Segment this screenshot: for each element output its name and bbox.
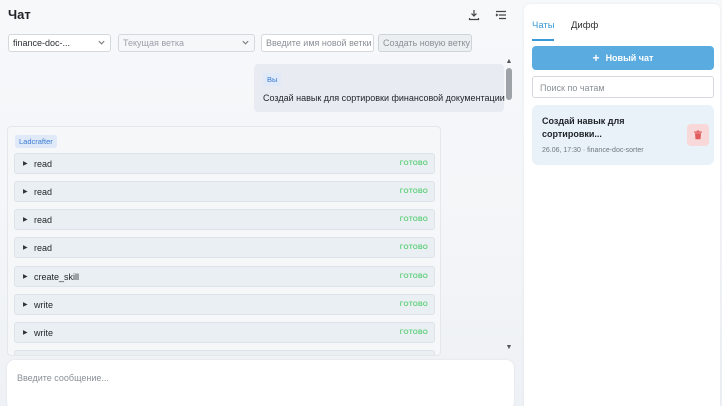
expand-triangle-icon: ▶ xyxy=(23,302,28,308)
user-message-text: Создай навык для сортировки финансовой д… xyxy=(263,93,505,103)
chat-meta: 26.06, 17:30 · finance-doc-sorter xyxy=(542,147,644,154)
tool-call-status: ГОТОВО xyxy=(399,273,428,280)
new-chat-button[interactable]: + Новый чат xyxy=(532,46,714,70)
user-message: Вы Создай навык для сортировки финансово… xyxy=(254,64,505,112)
tool-call-status: ГОТОВО xyxy=(399,188,428,195)
message-composer[interactable]: Введите сообщение... xyxy=(7,360,514,406)
chat-main: Чат finance-doc-... Текущая ветка Введит… xyxy=(0,0,522,406)
sidebar-panel: Чаты Дифф + Новый чат Поиск по чатам Соз… xyxy=(524,4,720,406)
expand-triangle-icon: ▶ xyxy=(23,245,28,251)
tool-call-row[interactable]: ▶ read ГОТОВО xyxy=(14,237,435,258)
tool-call-status: ГОТОВО xyxy=(399,329,428,336)
tool-call-name: write xyxy=(34,328,54,338)
page-title: Чат xyxy=(8,7,31,22)
scroll-up-arrow-icon[interactable]: ▲ xyxy=(505,58,513,66)
create-branch-button[interactable]: Создать новую ветку xyxy=(378,34,472,52)
delete-chat-button[interactable] xyxy=(687,124,709,146)
tool-call-row[interactable]: ▶ write ГОТОВО xyxy=(14,322,435,343)
branch-select[interactable]: Текущая ветка xyxy=(118,34,255,52)
chat-list-item[interactable]: Создай навык для сортировки... 26.06, 17… xyxy=(532,105,714,165)
tool-call-row[interactable]: ▶ read ГОТОВО xyxy=(14,153,435,174)
download-icon[interactable] xyxy=(467,8,481,22)
branch-select-placeholder: Текущая ветка xyxy=(123,38,184,48)
new-chat-label: Новый чат xyxy=(605,53,654,63)
expand-triangle-icon: ▶ xyxy=(23,161,28,167)
scroll-down-arrow-icon[interactable]: ▼ xyxy=(505,344,513,352)
tool-call-name: create_skill xyxy=(34,272,80,282)
tab-diff[interactable]: Дифф xyxy=(571,20,598,31)
new-branch-input[interactable]: Введите имя новой ветки xyxy=(261,34,374,52)
tool-call-row-partial[interactable] xyxy=(14,350,435,355)
tool-call-status: ГОТОВО xyxy=(399,216,428,223)
expand-triangle-icon: ▶ xyxy=(23,274,28,280)
user-badge: Вы xyxy=(263,73,282,86)
expand-triangle-icon: ▶ xyxy=(23,217,28,223)
chevron-down-icon xyxy=(98,40,105,45)
agent-message: Ladcrafter ▶ read ГОТОВО ▶ read ГОТОВО ▶… xyxy=(7,126,441,356)
search-placeholder: Поиск по чатам xyxy=(540,83,605,93)
chat-search-input[interactable]: Поиск по чатам xyxy=(532,76,714,98)
chat-title: Создай навык для сортировки... xyxy=(542,116,625,139)
active-tab-indicator xyxy=(532,39,554,41)
tool-call-row[interactable]: ▶ read ГОТОВО xyxy=(14,209,435,230)
tool-call-name: read xyxy=(34,187,53,197)
tool-call-status: ГОТОВО xyxy=(399,160,428,167)
repo-select-value: finance-doc-... xyxy=(13,38,71,48)
tool-call-status: ГОТОВО xyxy=(399,301,428,308)
tool-call-name: write xyxy=(34,300,54,310)
agent-badge: Ladcrafter xyxy=(15,135,57,148)
scroll-thumb[interactable] xyxy=(506,68,512,100)
tool-call-name: read xyxy=(34,215,53,225)
tab-chats[interactable]: Чаты xyxy=(532,20,555,31)
chevron-down-icon xyxy=(242,40,249,45)
tool-call-row[interactable]: ▶ read ГОТОВО xyxy=(14,181,435,202)
list-menu-icon[interactable] xyxy=(494,8,508,22)
expand-triangle-icon: ▶ xyxy=(23,189,28,195)
plus-icon: + xyxy=(592,51,600,65)
tool-call-name: read xyxy=(34,159,53,169)
tool-call-row[interactable]: ▶ write ГОТОВО xyxy=(14,294,435,315)
tool-call-name: read xyxy=(34,243,53,253)
trash-icon xyxy=(694,130,702,140)
expand-triangle-icon: ▶ xyxy=(23,330,28,336)
repo-select[interactable]: finance-doc-... xyxy=(8,34,111,52)
tool-call-status: ГОТОВО xyxy=(399,244,428,251)
tool-call-row[interactable]: ▶ create_skill ГОТОВО xyxy=(14,266,435,287)
chat-scrollbar[interactable]: ▲ ▼ xyxy=(505,58,513,353)
composer-placeholder: Введите сообщение... xyxy=(17,373,109,383)
